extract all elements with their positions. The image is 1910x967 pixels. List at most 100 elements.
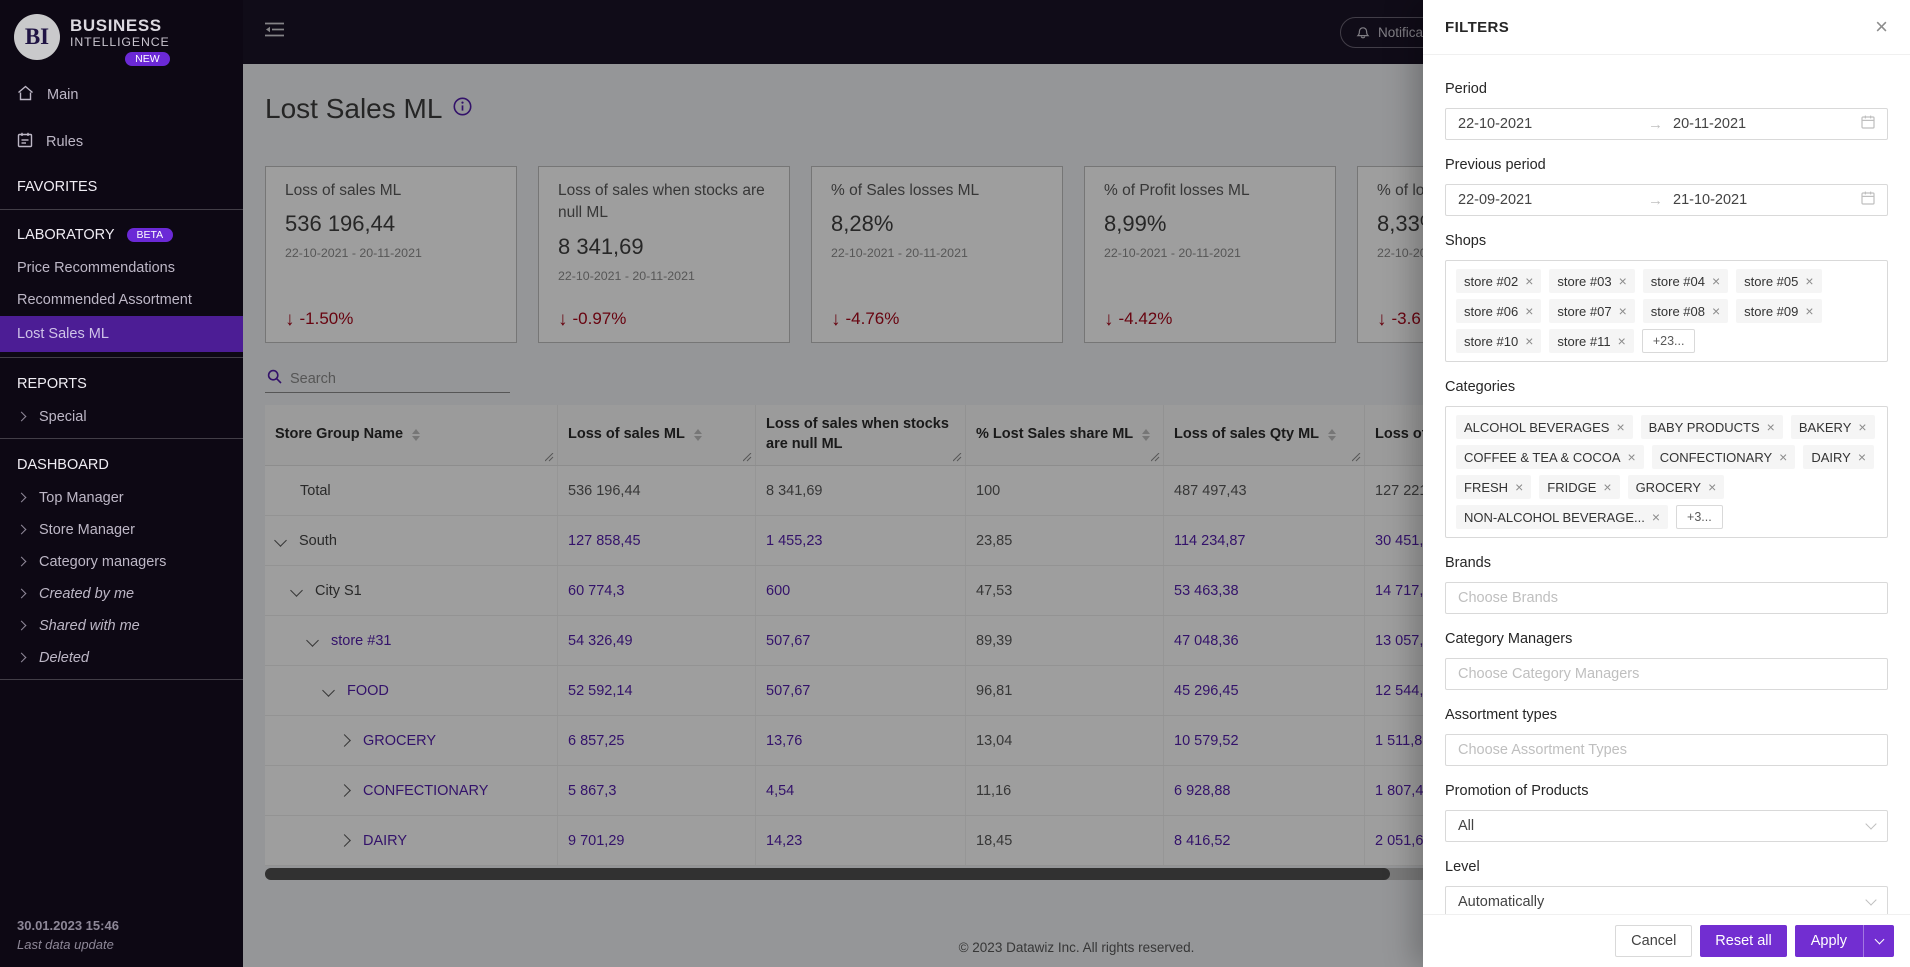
shop-chip: store #04× (1643, 269, 1728, 293)
sidebar-item-main[interactable]: Main (0, 72, 243, 119)
apply-button[interactable]: Apply (1795, 925, 1894, 957)
promotion-select[interactable]: All (1445, 810, 1888, 842)
filters-title: FILTERS (1445, 19, 1509, 36)
category-chip: BABY PRODUCTS× (1641, 415, 1783, 439)
category-chip: FRIDGE× (1539, 475, 1619, 499)
close-icon[interactable]: × (1652, 510, 1660, 524)
sidebar-item-created-by-me[interactable]: Created by me (0, 578, 243, 610)
filters-panel-footer: Cancel Reset all Apply (1423, 914, 1910, 967)
brands-input[interactable] (1445, 582, 1888, 614)
category-managers-label: Category Managers (1445, 629, 1888, 649)
close-icon[interactable]: × (1616, 420, 1624, 434)
cancel-button[interactable]: Cancel (1615, 925, 1692, 957)
reset-all-button[interactable]: Reset all (1700, 925, 1786, 957)
shops-more-button[interactable]: +23... (1642, 329, 1696, 353)
previous-start-value[interactable]: 22-09-2021 (1458, 192, 1638, 208)
category-chip: DAIRY× (1803, 445, 1874, 469)
promotion-label: Promotion of Products (1445, 781, 1888, 801)
close-icon[interactable]: × (1805, 274, 1813, 288)
arrow-right-icon: → (1648, 192, 1663, 209)
shops-multiselect[interactable]: store #02× store #03× store #04× store #… (1445, 260, 1888, 362)
sidebar-item-special[interactable]: Special (0, 401, 243, 433)
close-icon[interactable]: × (1767, 420, 1775, 434)
assortment-types-label: Assortment types (1445, 705, 1888, 725)
category-chip: ALCOHOL BEVERAGES× (1456, 415, 1633, 439)
sidebar-item-lost-sales-ml[interactable]: Lost Sales ML (0, 316, 243, 352)
level-select[interactable]: Automatically (1445, 886, 1888, 914)
categories-more-button[interactable]: +3... (1676, 505, 1723, 529)
rules-icon (17, 132, 33, 152)
sidebar-item-label: Special (39, 409, 87, 425)
close-icon[interactable]: × (1603, 480, 1611, 494)
category-chip: FRESH× (1456, 475, 1531, 499)
close-icon[interactable]: × (1858, 450, 1866, 464)
close-icon[interactable]: × (1619, 274, 1627, 288)
brand-logo[interactable]: BI BUSINESS INTELLIGENCE NEW (0, 0, 243, 72)
sidebar-item-store-manager[interactable]: Store Manager (0, 514, 243, 546)
shop-chip: store #06× (1456, 299, 1541, 323)
assortment-types-input[interactable] (1445, 734, 1888, 766)
chevron-right-icon (17, 589, 27, 599)
close-icon[interactable]: × (1515, 480, 1523, 494)
close-icon[interactable]: × (1708, 480, 1716, 494)
close-icon[interactable]: × (1525, 274, 1533, 288)
period-range-input[interactable]: 22-10-2021 → 20-11-2021 (1445, 108, 1888, 140)
divider (0, 357, 243, 358)
beta-badge: BETA (127, 228, 174, 242)
period-start-value[interactable]: 22-10-2021 (1458, 116, 1638, 132)
dashboard-header: DASHBOARD (0, 444, 243, 482)
reports-header: REPORTS (0, 363, 243, 401)
arrow-right-icon: → (1648, 116, 1663, 133)
previous-end-value[interactable]: 21-10-2021 (1673, 192, 1853, 208)
promotion-value: All (1458, 818, 1474, 834)
close-icon[interactable]: × (1628, 450, 1636, 464)
filters-panel: FILTERS × Period 22-10-2021 → 20-11-2021… (1423, 0, 1910, 967)
chevron-down-icon (1865, 894, 1876, 905)
category-managers-input[interactable] (1445, 658, 1888, 690)
divider (0, 209, 243, 210)
shops-label: Shops (1445, 231, 1888, 251)
apply-label[interactable]: Apply (1795, 925, 1863, 957)
close-icon[interactable]: × (1779, 450, 1787, 464)
shop-chip: store #11× (1549, 329, 1633, 353)
sidebar-item-shared-with-me[interactable]: Shared with me (0, 610, 243, 642)
chevron-down-icon (1874, 935, 1884, 945)
close-icon[interactable]: × (1525, 304, 1533, 318)
sidebar-item-label: Shared with me (39, 618, 140, 634)
filters-panel-header: FILTERS × (1423, 0, 1910, 55)
apply-dropdown-button[interactable] (1863, 925, 1894, 957)
close-icon[interactable]: × (1805, 304, 1813, 318)
close-icon[interactable]: × (1712, 304, 1720, 318)
sidebar-item-deleted[interactable]: Deleted (0, 642, 243, 674)
close-icon[interactable]: × (1875, 16, 1888, 38)
sidebar-item-label: Store Manager (39, 522, 135, 538)
category-chip: NON-ALCOHOL BEVERAGE...× (1456, 505, 1668, 529)
sidebar-item-label: Top Manager (39, 490, 124, 506)
previous-period-label: Previous period (1445, 155, 1888, 175)
close-icon[interactable]: × (1858, 420, 1866, 434)
close-icon[interactable]: × (1618, 334, 1626, 348)
shop-chip: store #07× (1549, 299, 1634, 323)
previous-period-range-input[interactable]: 22-09-2021 → 21-10-2021 (1445, 184, 1888, 216)
sidebar-item-recommended-assortment[interactable]: Recommended Assortment (0, 284, 243, 316)
shop-chip: store #08× (1643, 299, 1728, 323)
level-value: Automatically (1458, 894, 1544, 910)
sidebar-item-label: Rules (46, 134, 83, 150)
shop-chip: store #02× (1456, 269, 1541, 293)
sidebar-item-rules[interactable]: Rules (0, 119, 243, 166)
sidebar-item-top-manager[interactable]: Top Manager (0, 482, 243, 514)
sidebar-item-label: Category managers (39, 554, 166, 570)
favorites-header: FAVORITES (0, 166, 243, 204)
close-icon[interactable]: × (1712, 274, 1720, 288)
shop-chip: store #03× (1549, 269, 1634, 293)
sidebar-item-label: Created by me (39, 586, 134, 602)
chevron-down-icon (1865, 818, 1876, 829)
close-icon[interactable]: × (1525, 334, 1533, 348)
period-end-value[interactable]: 20-11-2021 (1673, 116, 1853, 132)
category-chip: COFFEE & TEA & COCOA× (1456, 445, 1644, 469)
sidebar-item-price-recommendations[interactable]: Price Recommendations (0, 252, 243, 284)
close-icon[interactable]: × (1619, 304, 1627, 318)
sidebar-item-category-managers[interactable]: Category managers (0, 546, 243, 578)
categories-multiselect[interactable]: ALCOHOL BEVERAGES× BABY PRODUCTS× BAKERY… (1445, 406, 1888, 538)
last-update-label: Last data update (17, 936, 119, 955)
